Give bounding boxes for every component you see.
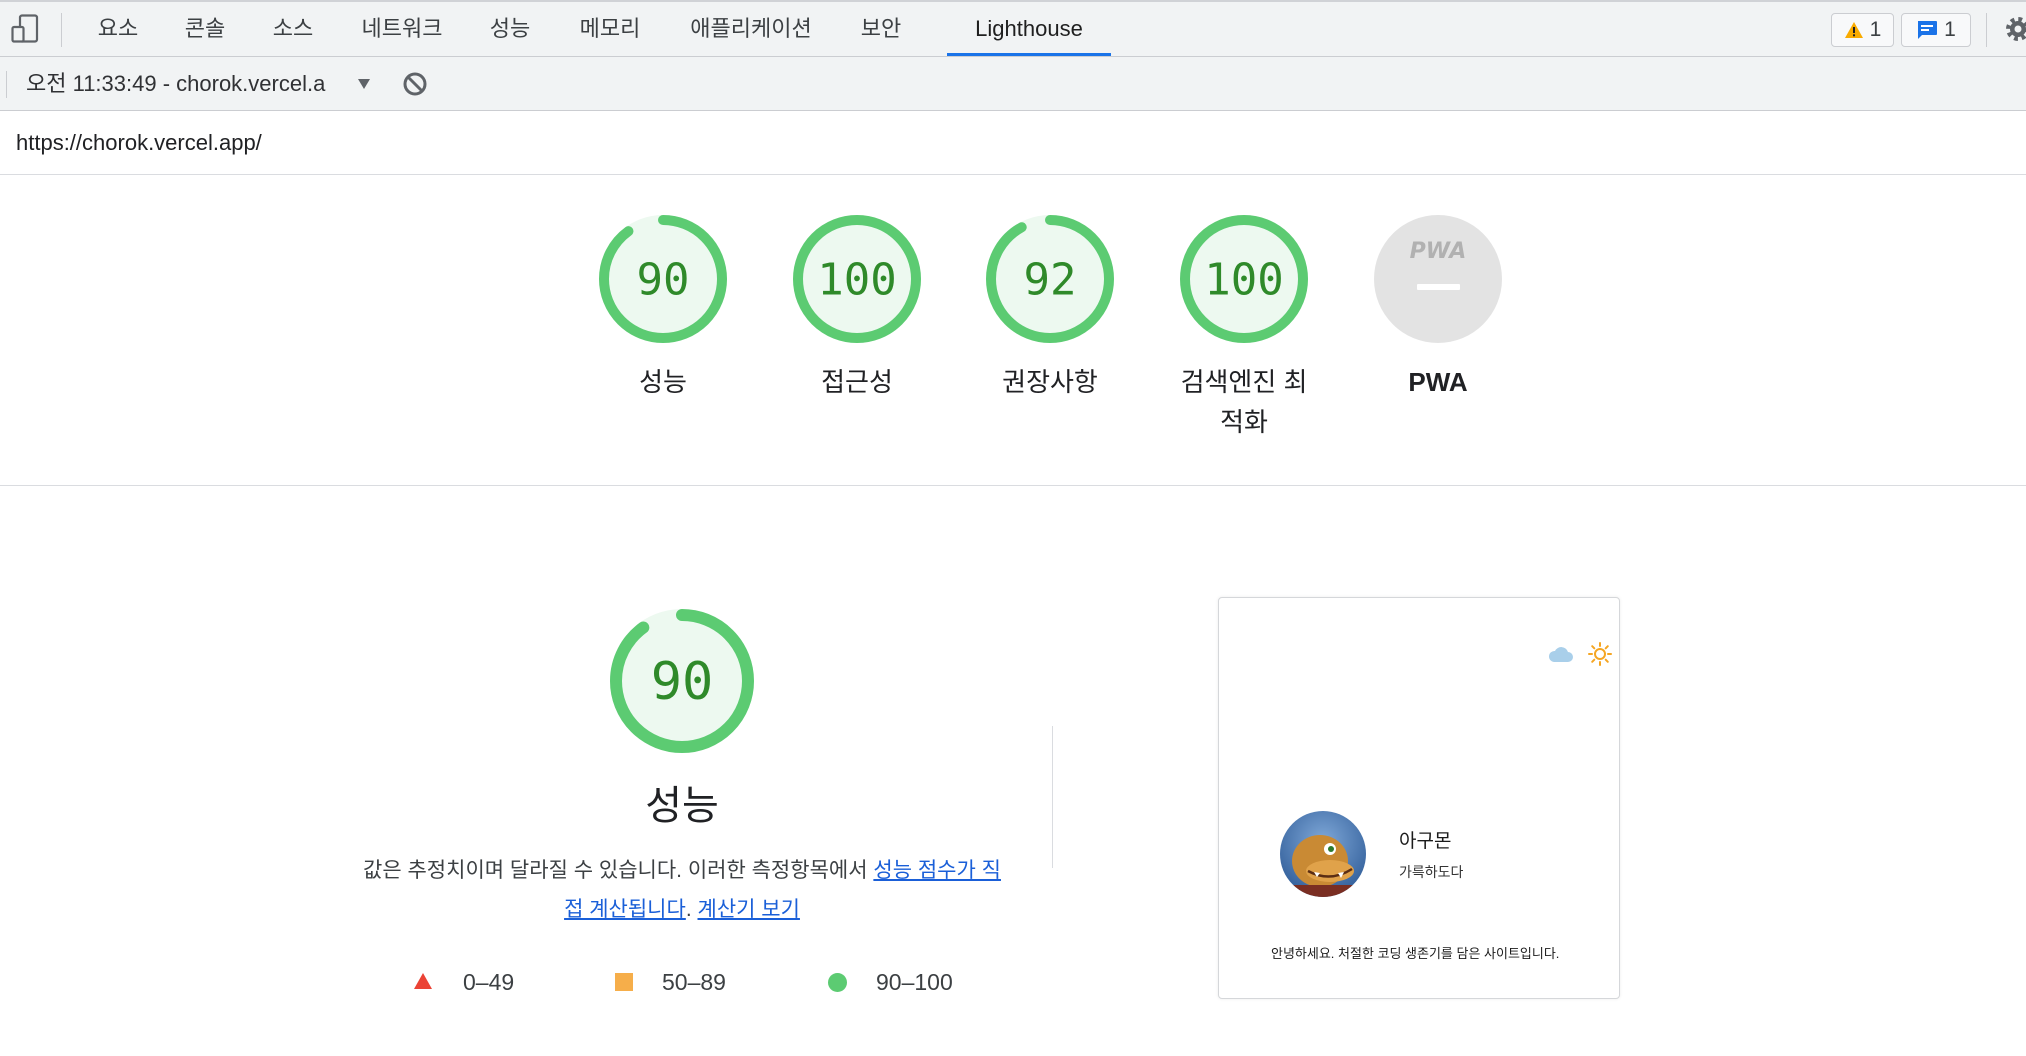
- score-value: 100: [1204, 255, 1283, 306]
- tab-memory[interactable]: 메모리: [580, 2, 641, 56]
- tab-application[interactable]: 애플리케이션: [690, 2, 811, 56]
- tab-lighthouse[interactable]: Lighthouse: [947, 2, 1111, 56]
- pwa-logo: PWA: [1410, 239, 1467, 264]
- tab-console[interactable]: 콘솔: [185, 2, 225, 56]
- score-value: 100: [817, 255, 896, 306]
- no-score-dash: [1417, 284, 1460, 290]
- device-toolbar-icon[interactable]: [11, 14, 39, 44]
- performance-description: 값은 추정치이며 달라질 수 있습니다. 이러한 측정항목에서 성능 점수가 직…: [354, 851, 1010, 929]
- gauge-label: PWA: [1408, 367, 1468, 397]
- score-value: 90: [637, 255, 690, 306]
- average-square-icon: [615, 973, 633, 991]
- toolbar-divider: [61, 13, 62, 47]
- toolbar-divider: [1986, 13, 1987, 47]
- cloud-icon: [1548, 644, 1574, 664]
- gauge-label: 성능: [639, 367, 687, 397]
- category-gauges: 90 성능 100 접근성 92 권장사항 100 검색엔진 최적화 PWA P…: [0, 175, 2026, 486]
- fail-triangle-icon: [413, 972, 433, 990]
- gauge-accessibility[interactable]: 100 접근성: [777, 214, 937, 402]
- message-icon: [1918, 21, 1938, 39]
- messages-count: 1: [1944, 18, 1956, 41]
- report-url[interactable]: https://chorok.vercel.app/: [16, 111, 262, 174]
- warnings-badge[interactable]: 1: [1831, 13, 1894, 47]
- section-divider: [1052, 726, 1053, 868]
- dropdown-arrow-icon[interactable]: [357, 77, 371, 89]
- profile-intro: 안녕하세요. 처절한 코딩 생존기를 담은 사이트입니다.: [1271, 946, 1560, 961]
- score-gauge: 100: [793, 215, 921, 343]
- profile-subtitle: 가륵하도다: [1399, 864, 1464, 880]
- warnings-count: 1: [1869, 18, 1882, 41]
- gear-icon[interactable]: [2004, 14, 2026, 44]
- report-url-bar: https://chorok.vercel.app/: [0, 111, 2026, 175]
- tab-elements[interactable]: 요소: [98, 2, 138, 56]
- legend-average-range: 50–89: [662, 969, 726, 995]
- performance-title: 성능: [645, 784, 719, 828]
- score-value: 92: [1024, 255, 1077, 306]
- legend-pass-range: 90–100: [876, 969, 953, 995]
- description-separator: .: [685, 898, 698, 921]
- gauge-performance[interactable]: 90 성능: [583, 214, 743, 402]
- profile-name: 아구몬: [1399, 831, 1452, 852]
- gauge-label: 검색엔진 최적화: [1180, 367, 1308, 437]
- pwa-badge: PWA: [1374, 215, 1502, 343]
- final-screenshot: 아구몬 가륵하도다 안녕하세요. 처절한 코딩 생존기를 담은 사이트입니다.: [1218, 597, 1620, 999]
- gauge-seo[interactable]: 100 검색엔진 최적화: [1164, 214, 1324, 442]
- performance-score: 90: [651, 652, 714, 712]
- performance-gauge-large: 90: [609, 608, 755, 754]
- messages-badge[interactable]: 1: [1901, 13, 1971, 47]
- description-text: 값은 추정치이며 달라질 수 있습니다. 이러한 측정항목에서: [363, 859, 874, 882]
- score-gauge: 92: [986, 215, 1114, 343]
- warning-icon: [1844, 22, 1863, 38]
- tab-network[interactable]: 네트워크: [362, 2, 443, 56]
- score-gauge: 90: [599, 215, 727, 343]
- score-gauge: 100: [1180, 215, 1308, 343]
- sun-icon: [1587, 641, 1613, 667]
- calculator-link[interactable]: 계산기 보기: [698, 898, 800, 921]
- devtools-tab-bar: 요소 콘솔 소스 네트워크 성능 메모리 애플리케이션 보안 Lighthous…: [0, 0, 2026, 57]
- report-selector[interactable]: 오전 11:33:49 - chorok.vercel.a: [26, 57, 348, 110]
- avatar: [1280, 811, 1366, 897]
- tab-sources[interactable]: 소스: [273, 2, 313, 56]
- tab-performance[interactable]: 성능: [490, 2, 530, 56]
- gauge-best-practices[interactable]: 92 권장사항: [970, 214, 1130, 402]
- tab-security[interactable]: 보안: [861, 2, 901, 56]
- block-icon[interactable]: [402, 71, 428, 97]
- gauge-label: 접근성: [821, 367, 893, 397]
- legend-fail-range: 0–49: [463, 969, 515, 995]
- gauge-pwa[interactable]: PWA PWA: [1358, 214, 1518, 402]
- pass-circle-icon: [828, 973, 847, 992]
- gauge-label: 권장사항: [1002, 367, 1098, 397]
- toolbar-divider: [6, 71, 7, 98]
- report-toolbar: 오전 11:33:49 - chorok.vercel.a: [0, 57, 2026, 111]
